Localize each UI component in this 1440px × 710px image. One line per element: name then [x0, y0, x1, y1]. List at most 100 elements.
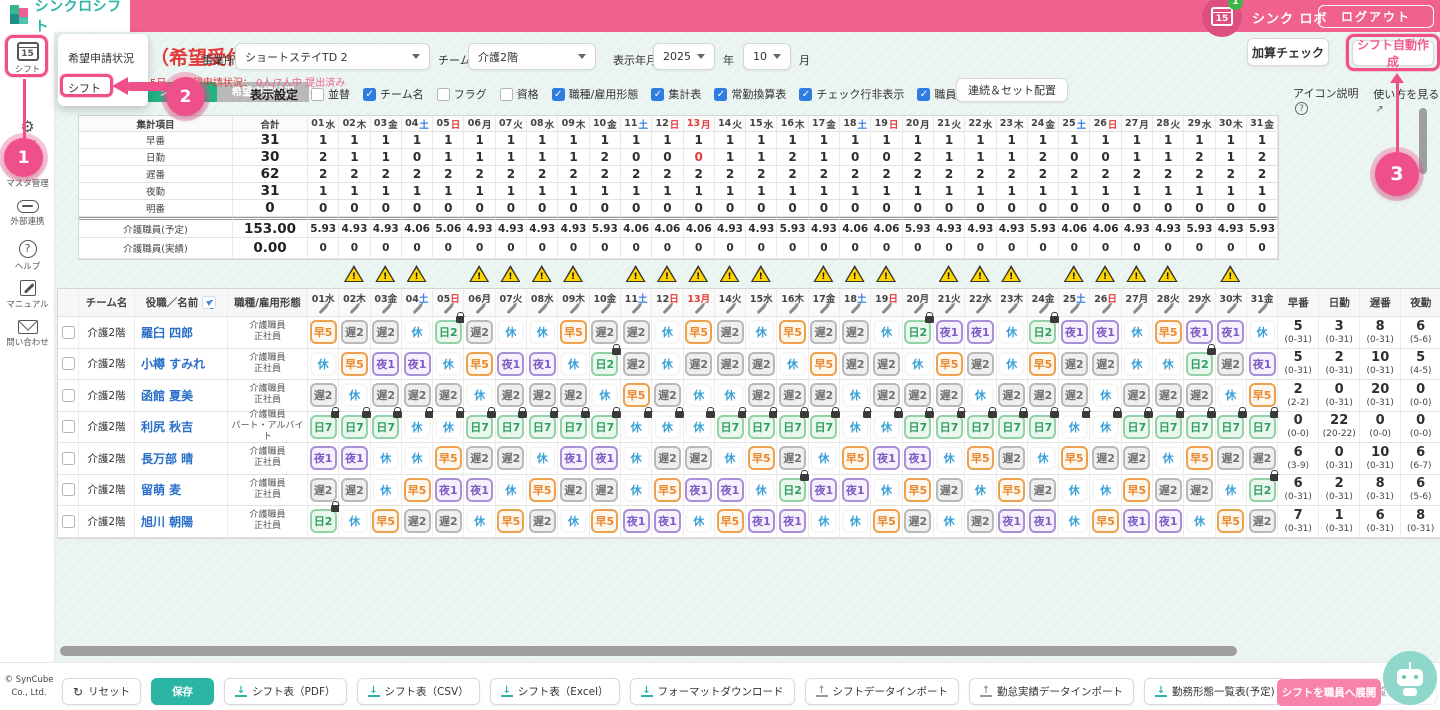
staff-day-header[interactable]: 15水 [746, 289, 778, 317]
pencil-icon[interactable] [537, 304, 547, 314]
shift-chip[interactable]: 休 [528, 320, 556, 345]
robot-avatar[interactable] [1383, 651, 1437, 705]
shift-chip[interactable]: 休 [685, 383, 713, 408]
warning-icon[interactable]: ! [938, 265, 959, 282]
staff-day-header[interactable]: 03金 [370, 289, 402, 317]
shift-chip[interactable]: 夜1 [935, 320, 963, 345]
shift-chip[interactable]: 遅2 [528, 509, 556, 534]
shift-chip[interactable]: 休 [372, 477, 400, 502]
display-checkbox-item[interactable]: ✓ 常勤換算表 [714, 86, 786, 102]
shift-chip[interactable]: 休 [904, 351, 932, 376]
shift-chip[interactable]: 遅2 [716, 351, 744, 376]
pencil-icon[interactable] [788, 304, 798, 314]
shift-chip[interactable]: 遅2 [904, 509, 932, 534]
shift-chip[interactable]: 夜1 [904, 446, 932, 471]
vertical-scrollbar[interactable] [1419, 108, 1427, 174]
shift-chip[interactable]: 遅2 [340, 320, 368, 345]
checkbox-checked-icon[interactable]: ✓ [917, 87, 931, 101]
shift-chip[interactable]: 遅2 [309, 477, 337, 502]
shift-chip[interactable]: 休 [622, 477, 650, 502]
shift-chip[interactable]: 夜1 [309, 446, 337, 471]
shift-chip[interactable]: 日7 [935, 406, 966, 439]
month-select[interactable]: 10 [743, 43, 791, 70]
pencil-icon[interactable] [631, 304, 641, 314]
staff-day-header[interactable]: 21火 [933, 289, 966, 317]
shift-chip[interactable]: 早5 [309, 320, 337, 345]
shift-chip[interactable]: 日7 [528, 406, 559, 439]
shift-chip[interactable]: 遅2 [685, 351, 713, 376]
shift-chip[interactable]: 遅2 [591, 477, 619, 502]
pencil-icon[interactable] [1195, 304, 1204, 314]
shift-chip[interactable]: 夜1 [340, 446, 368, 471]
staff-day-header[interactable]: 01水 [308, 289, 340, 317]
shift-chip[interactable]: 遅2 [966, 509, 994, 534]
shift-chip[interactable]: 早5 [685, 320, 713, 345]
shift-chip[interactable]: 遅2 [309, 383, 337, 408]
shift-chip[interactable]: 早5 [560, 320, 588, 345]
staff-day-header[interactable]: 22水 [965, 289, 997, 317]
shift-chip[interactable]: 日7 [779, 406, 810, 439]
warning-icon[interactable]: ! [469, 265, 490, 282]
shift-chip[interactable]: 夜1 [497, 351, 525, 376]
staff-name-link[interactable]: 留萌 麦 [135, 474, 228, 506]
staff-name-link[interactable]: 羅臼 四郎 [135, 317, 228, 349]
staff-day-header[interactable]: 31金 [1246, 289, 1279, 317]
warning-icon[interactable]: ! [875, 265, 896, 282]
warning-icon[interactable]: ! [343, 265, 364, 282]
warning-icon[interactable]: ! [1001, 265, 1022, 282]
shift-chip[interactable]: 早5 [998, 477, 1026, 502]
warning-icon[interactable]: ! [969, 265, 990, 282]
shift-chip[interactable]: 遅2 [747, 351, 775, 376]
shift-chip[interactable]: 夜1 [372, 351, 400, 376]
shift-chip[interactable]: 早5 [434, 446, 462, 471]
shift-chip[interactable]: 休 [935, 509, 963, 534]
shift-chip[interactable]: 休 [497, 320, 525, 345]
shift-chip[interactable]: 日7 [466, 406, 497, 439]
shift-chip[interactable]: 早5 [497, 509, 525, 534]
shift-chip[interactable]: 早5 [966, 446, 994, 471]
shift-chip[interactable]: 遅2 [466, 446, 494, 471]
shift-chip[interactable]: 休 [747, 477, 775, 502]
pencil-icon[interactable] [1101, 304, 1110, 314]
shift-chip[interactable]: 休 [1154, 351, 1182, 376]
shift-chip[interactable]: 休 [1185, 509, 1213, 534]
shift-chip[interactable]: 早5 [403, 477, 431, 502]
shift-chip[interactable]: 遅2 [1092, 351, 1120, 376]
display-checkbox-item[interactable]: ✓ チーム名 [363, 86, 424, 102]
shift-chip[interactable]: 遅2 [560, 383, 588, 408]
shift-chip[interactable]: 夜1 [872, 446, 900, 471]
shift-chip[interactable]: 休 [1092, 477, 1120, 502]
staff-name-link[interactable]: 函館 夏美 [135, 380, 228, 412]
shift-chip[interactable]: 夜1 [1217, 320, 1245, 345]
shift-chip[interactable]: 夜1 [591, 446, 619, 471]
staff-day-header[interactable]: 28火 [1153, 289, 1185, 317]
shift-chip[interactable]: 遅2 [966, 351, 994, 376]
shift-chip[interactable]: 休 [716, 446, 744, 471]
shift-chip[interactable]: 日7 [904, 406, 935, 439]
shift-chip[interactable]: 日7 [966, 406, 997, 439]
shift-chip[interactable]: 早5 [1217, 509, 1245, 534]
shift-chip[interactable]: 休 [497, 477, 525, 502]
pencil-icon[interactable] [1069, 304, 1079, 314]
shift-chip[interactable]: 遅2 [591, 320, 619, 345]
pencil-icon[interactable] [756, 304, 766, 314]
warning-icon[interactable]: ! [563, 265, 584, 282]
pencil-icon[interactable] [600, 304, 610, 314]
shift-chip[interactable]: 早5 [716, 509, 744, 534]
warning-icon[interactable]: ! [1157, 265, 1178, 282]
menu-item-request-status[interactable]: 希望申請状況 [68, 50, 134, 66]
shift-chip[interactable]: 遅2 [685, 446, 713, 471]
footer-button[interactable]: 保存 [151, 678, 215, 705]
staff-day-header[interactable]: 19日 [871, 289, 903, 317]
checkbox-checked-icon[interactable]: ✓ [651, 87, 665, 101]
shift-chip[interactable]: 休 [653, 320, 681, 345]
shift-chip[interactable]: 遅2 [1248, 509, 1276, 534]
shift-chip[interactable]: 夜1 [1185, 320, 1213, 345]
shift-chip[interactable]: 休 [841, 406, 872, 439]
shift-chip[interactable]: 夜1 [466, 477, 494, 502]
shift-chip[interactable]: 早5 [372, 509, 400, 534]
pencil-icon[interactable] [318, 304, 328, 314]
shift-chip[interactable]: 遅2 [872, 383, 900, 408]
footer-button[interactable]: ↓ シフト表（Excel） [489, 678, 620, 705]
shift-chip[interactable]: 夜1 [653, 509, 681, 534]
